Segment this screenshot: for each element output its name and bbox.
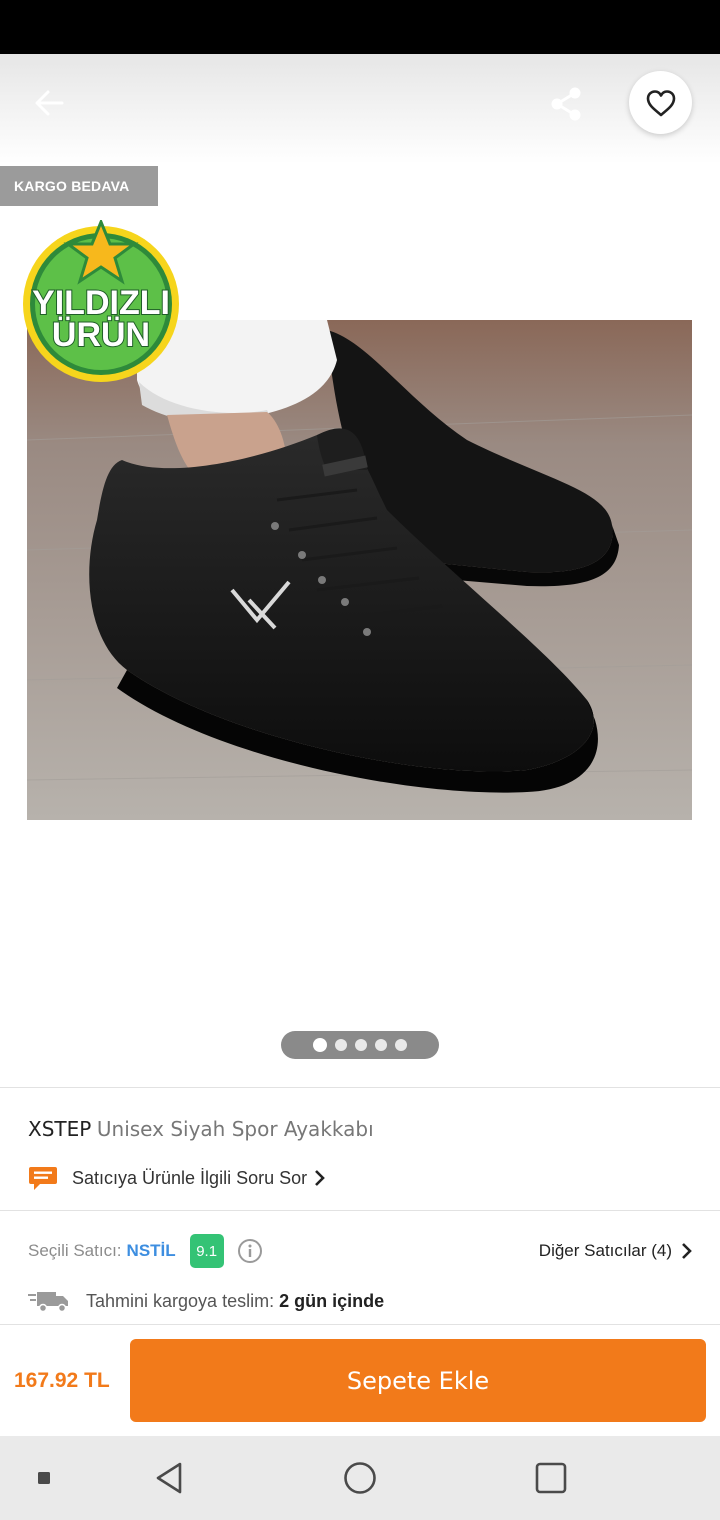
gallery-dot[interactable]	[335, 1039, 347, 1051]
truck-icon	[28, 1292, 68, 1313]
header-gradient	[0, 54, 720, 164]
seller-info: Seçili Satıcı: NSTİL 9.1 Diğer Satıcılar…	[28, 1233, 692, 1269]
product-price: 167.92 TL	[14, 1369, 110, 1392]
gallery-dot[interactable]	[355, 1039, 367, 1051]
starred-product-badge: YILDIZLI ÜRÜN	[23, 220, 179, 382]
free-shipping-badge: KARGO BEDAVA	[0, 166, 158, 206]
delivery-value: 2 gün içinde	[279, 1290, 385, 1311]
circle-home-icon	[344, 1462, 376, 1494]
status-bar	[0, 0, 720, 54]
chevron-right-icon	[682, 1243, 692, 1259]
share-icon	[551, 87, 581, 121]
share-button[interactable]	[540, 78, 592, 130]
ask-seller-label: Satıcıya Ürünle İlgili Soru Sor	[72, 1167, 308, 1188]
system-navigation-bar	[0, 1436, 720, 1520]
delivery-label: Tahmini kargoya teslim:	[86, 1290, 275, 1311]
heart-outline-icon	[646, 89, 675, 116]
product-title: XSTEP Unisex Siyah Spor Ayakkabı	[28, 1117, 374, 1142]
other-sellers-link[interactable]: Diğer Satıcılar (4)	[539, 1233, 692, 1269]
seller-name-link[interactable]: NSTİL	[127, 1241, 176, 1261]
nav-extra-button[interactable]	[34, 1468, 54, 1488]
divider	[0, 1210, 720, 1211]
chat-bubble-icon	[29, 1167, 57, 1190]
delivery-estimate: Tahmini kargoya teslim: 2 gün içinde	[28, 1287, 384, 1315]
other-sellers-label: Diğer Satıcılar (4)	[538, 1241, 672, 1260]
square-recents-icon	[535, 1462, 567, 1494]
chevron-right-icon	[315, 1170, 325, 1186]
product-name: Unisex Siyah Spor Ayakkabı	[96, 1117, 374, 1141]
nav-home-button[interactable]	[338, 1456, 382, 1500]
gallery-pagination	[281, 1031, 439, 1059]
info-icon[interactable]	[237, 1238, 263, 1264]
product-gallery[interactable]: KARGO BEDAVA YILDIZLI ÜRÜN	[0, 54, 720, 1086]
starred-badge-line2: ÜRÜN	[52, 316, 150, 354]
gallery-dot[interactable]	[375, 1039, 387, 1051]
add-to-cart-button[interactable]: Sepete Ekle	[130, 1339, 706, 1422]
nav-back-button[interactable]	[148, 1456, 190, 1500]
ask-seller-link[interactable]: Satıcıya Ürünle İlgili Soru Sor	[28, 1163, 325, 1193]
product-image[interactable]	[27, 320, 692, 820]
product-brand[interactable]: XSTEP	[28, 1117, 91, 1141]
checkout-bar: 167.92 TL Sepete Ekle	[0, 1324, 720, 1436]
gallery-dot[interactable]	[313, 1038, 327, 1052]
triangle-back-icon	[156, 1462, 182, 1494]
small-square-icon	[38, 1472, 50, 1484]
arrow-left-icon	[35, 90, 64, 116]
divider	[0, 1087, 720, 1088]
seller-score-badge: 9.1	[189, 1234, 224, 1268]
seller-prefix: Seçili Satıcı:	[28, 1241, 122, 1260]
favorite-button[interactable]	[629, 71, 692, 134]
gallery-dot[interactable]	[395, 1039, 407, 1051]
back-button[interactable]	[22, 80, 76, 126]
nav-recents-button[interactable]	[530, 1456, 572, 1500]
